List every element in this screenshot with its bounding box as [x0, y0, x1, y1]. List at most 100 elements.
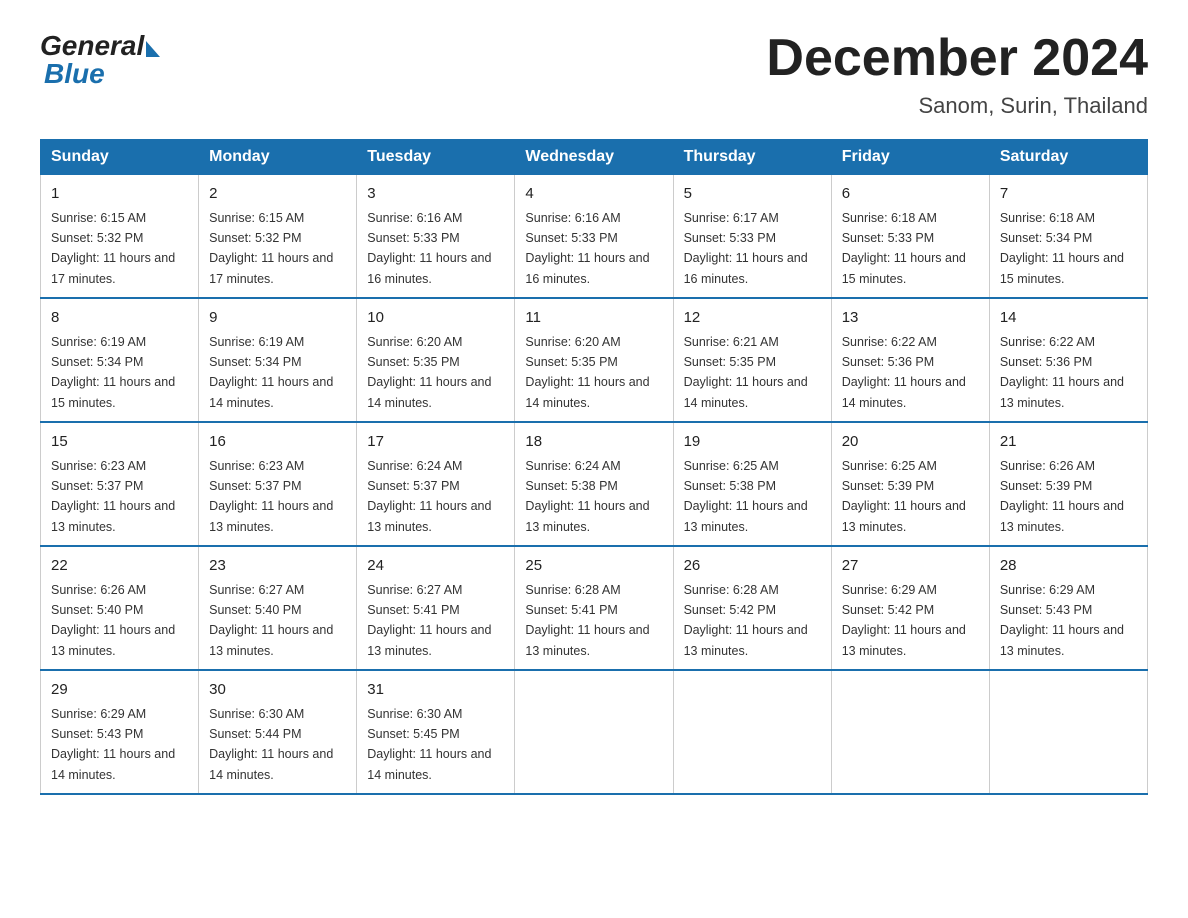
day-number: 17	[367, 431, 504, 454]
day-info: Sunrise: 6:27 AMSunset: 5:41 PMDaylight:…	[367, 583, 491, 658]
day-cell: 21 Sunrise: 6:26 AMSunset: 5:39 PMDayligh…	[989, 422, 1147, 546]
day-number: 15	[51, 431, 188, 454]
day-number: 19	[684, 431, 821, 454]
day-info: Sunrise: 6:24 AMSunset: 5:38 PMDaylight:…	[525, 459, 649, 534]
day-cell: 13 Sunrise: 6:22 AMSunset: 5:36 PMDayligh…	[831, 298, 989, 422]
day-info: Sunrise: 6:16 AMSunset: 5:33 PMDaylight:…	[525, 211, 649, 286]
day-number: 13	[842, 307, 979, 330]
day-number: 4	[525, 183, 662, 206]
day-number: 8	[51, 307, 188, 330]
day-number: 23	[209, 555, 346, 578]
day-number: 14	[1000, 307, 1137, 330]
day-cell: 12Sunrise: 6:21 AMSunset: 5:35 PMDayligh…	[673, 298, 831, 422]
day-cell: 14 Sunrise: 6:22 AMSunset: 5:36 PMDayligh…	[989, 298, 1147, 422]
day-cell: 5Sunrise: 6:17 AMSunset: 5:33 PMDaylight…	[673, 175, 831, 299]
header-thursday: Thursday	[673, 140, 831, 175]
day-info: Sunrise: 6:29 AMSunset: 5:42 PMDaylight:…	[842, 583, 966, 658]
day-cell: 6 Sunrise: 6:18 AMSunset: 5:33 PMDaylight…	[831, 175, 989, 299]
calendar-table: Sunday Monday Tuesday Wednesday Thursday…	[40, 139, 1148, 795]
day-cell	[989, 670, 1147, 794]
day-info: Sunrise: 6:30 AMSunset: 5:45 PMDaylight:…	[367, 707, 491, 782]
week-row-2: 8 Sunrise: 6:19 AMSunset: 5:34 PMDaylight…	[41, 298, 1148, 422]
day-cell: 28 Sunrise: 6:29 AMSunset: 5:43 PMDayligh…	[989, 546, 1147, 670]
day-number: 27	[842, 555, 979, 578]
day-cell: 27 Sunrise: 6:29 AMSunset: 5:42 PMDayligh…	[831, 546, 989, 670]
day-info: Sunrise: 6:19 AMSunset: 5:34 PMDaylight:…	[209, 335, 333, 410]
header-friday: Friday	[831, 140, 989, 175]
logo-blue-text: Blue	[40, 58, 105, 90]
day-info: Sunrise: 6:23 AMSunset: 5:37 PMDaylight:…	[51, 459, 175, 534]
logo: General Blue	[40, 30, 160, 90]
day-info: Sunrise: 6:25 AMSunset: 5:39 PMDaylight:…	[842, 459, 966, 534]
day-number: 25	[525, 555, 662, 578]
day-cell: 29 Sunrise: 6:29 AMSunset: 5:43 PMDayligh…	[41, 670, 199, 794]
day-number: 22	[51, 555, 188, 578]
logo-triangle-icon	[146, 41, 160, 57]
day-number: 31	[367, 679, 504, 702]
day-info: Sunrise: 6:26 AMSunset: 5:40 PMDaylight:…	[51, 583, 175, 658]
header-saturday: Saturday	[989, 140, 1147, 175]
day-cell: 10 Sunrise: 6:20 AMSunset: 5:35 PMDayligh…	[357, 298, 515, 422]
day-cell: 9Sunrise: 6:19 AMSunset: 5:34 PMDaylight…	[199, 298, 357, 422]
day-cell: 31 Sunrise: 6:30 AMSunset: 5:45 PMDayligh…	[357, 670, 515, 794]
week-row-3: 15 Sunrise: 6:23 AMSunset: 5:37 PMDayligh…	[41, 422, 1148, 546]
day-cell: 26Sunrise: 6:28 AMSunset: 5:42 PMDayligh…	[673, 546, 831, 670]
header-row: Sunday Monday Tuesday Wednesday Thursday…	[41, 140, 1148, 175]
day-info: Sunrise: 6:26 AMSunset: 5:39 PMDaylight:…	[1000, 459, 1124, 534]
day-cell: 4 Sunrise: 6:16 AMSunset: 5:33 PMDaylight…	[515, 175, 673, 299]
day-number: 21	[1000, 431, 1137, 454]
day-cell: 15 Sunrise: 6:23 AMSunset: 5:37 PMDayligh…	[41, 422, 199, 546]
day-cell: 18 Sunrise: 6:24 AMSunset: 5:38 PMDayligh…	[515, 422, 673, 546]
day-cell: 16Sunrise: 6:23 AMSunset: 5:37 PMDayligh…	[199, 422, 357, 546]
day-cell: 20Sunrise: 6:25 AMSunset: 5:39 PMDayligh…	[831, 422, 989, 546]
day-number: 18	[525, 431, 662, 454]
day-cell: 22 Sunrise: 6:26 AMSunset: 5:40 PMDayligh…	[41, 546, 199, 670]
day-number: 30	[209, 679, 346, 702]
day-cell: 3Sunrise: 6:16 AMSunset: 5:33 PMDaylight…	[357, 175, 515, 299]
calendar-title: December 2024	[766, 30, 1148, 87]
day-cell: 2 Sunrise: 6:15 AMSunset: 5:32 PMDaylight…	[199, 175, 357, 299]
day-info: Sunrise: 6:15 AMSunset: 5:32 PMDaylight:…	[209, 211, 333, 286]
day-cell: 30 Sunrise: 6:30 AMSunset: 5:44 PMDayligh…	[199, 670, 357, 794]
day-cell: 11Sunrise: 6:20 AMSunset: 5:35 PMDayligh…	[515, 298, 673, 422]
day-number: 2	[209, 183, 346, 206]
day-info: Sunrise: 6:29 AMSunset: 5:43 PMDaylight:…	[51, 707, 175, 782]
day-info: Sunrise: 6:20 AMSunset: 5:35 PMDaylight:…	[367, 335, 491, 410]
day-number: 24	[367, 555, 504, 578]
day-number: 12	[684, 307, 821, 330]
day-info: Sunrise: 6:23 AMSunset: 5:37 PMDaylight:…	[209, 459, 333, 534]
header-sunday: Sunday	[41, 140, 199, 175]
day-number: 26	[684, 555, 821, 578]
day-info: Sunrise: 6:19 AMSunset: 5:34 PMDaylight:…	[51, 335, 175, 410]
day-number: 28	[1000, 555, 1137, 578]
day-info: Sunrise: 6:25 AMSunset: 5:38 PMDaylight:…	[684, 459, 808, 534]
day-info: Sunrise: 6:30 AMSunset: 5:44 PMDaylight:…	[209, 707, 333, 782]
day-info: Sunrise: 6:29 AMSunset: 5:43 PMDaylight:…	[1000, 583, 1124, 658]
day-cell: 7 Sunrise: 6:18 AMSunset: 5:34 PMDaylight…	[989, 175, 1147, 299]
day-number: 7	[1000, 183, 1137, 206]
day-info: Sunrise: 6:18 AMSunset: 5:34 PMDaylight:…	[1000, 211, 1124, 286]
day-info: Sunrise: 6:17 AMSunset: 5:33 PMDaylight:…	[684, 211, 808, 286]
day-number: 29	[51, 679, 188, 702]
title-area: December 2024 Sanom, Surin, Thailand	[766, 30, 1148, 119]
day-cell: 17Sunrise: 6:24 AMSunset: 5:37 PMDayligh…	[357, 422, 515, 546]
day-info: Sunrise: 6:22 AMSunset: 5:36 PMDaylight:…	[1000, 335, 1124, 410]
day-info: Sunrise: 6:18 AMSunset: 5:33 PMDaylight:…	[842, 211, 966, 286]
week-row-1: 1Sunrise: 6:15 AMSunset: 5:32 PMDaylight…	[41, 175, 1148, 299]
calendar-subtitle: Sanom, Surin, Thailand	[766, 93, 1148, 119]
day-cell	[673, 670, 831, 794]
day-number: 6	[842, 183, 979, 206]
day-cell	[831, 670, 989, 794]
day-number: 10	[367, 307, 504, 330]
day-info: Sunrise: 6:16 AMSunset: 5:33 PMDaylight:…	[367, 211, 491, 286]
header-wednesday: Wednesday	[515, 140, 673, 175]
week-row-4: 22 Sunrise: 6:26 AMSunset: 5:40 PMDayligh…	[41, 546, 1148, 670]
day-cell: 1Sunrise: 6:15 AMSunset: 5:32 PMDaylight…	[41, 175, 199, 299]
day-cell: 8 Sunrise: 6:19 AMSunset: 5:34 PMDaylight…	[41, 298, 199, 422]
day-cell: 23 Sunrise: 6:27 AMSunset: 5:40 PMDayligh…	[199, 546, 357, 670]
day-info: Sunrise: 6:22 AMSunset: 5:36 PMDaylight:…	[842, 335, 966, 410]
day-cell: 25Sunrise: 6:28 AMSunset: 5:41 PMDayligh…	[515, 546, 673, 670]
day-info: Sunrise: 6:20 AMSunset: 5:35 PMDaylight:…	[525, 335, 649, 410]
week-row-5: 29 Sunrise: 6:29 AMSunset: 5:43 PMDayligh…	[41, 670, 1148, 794]
day-info: Sunrise: 6:27 AMSunset: 5:40 PMDaylight:…	[209, 583, 333, 658]
